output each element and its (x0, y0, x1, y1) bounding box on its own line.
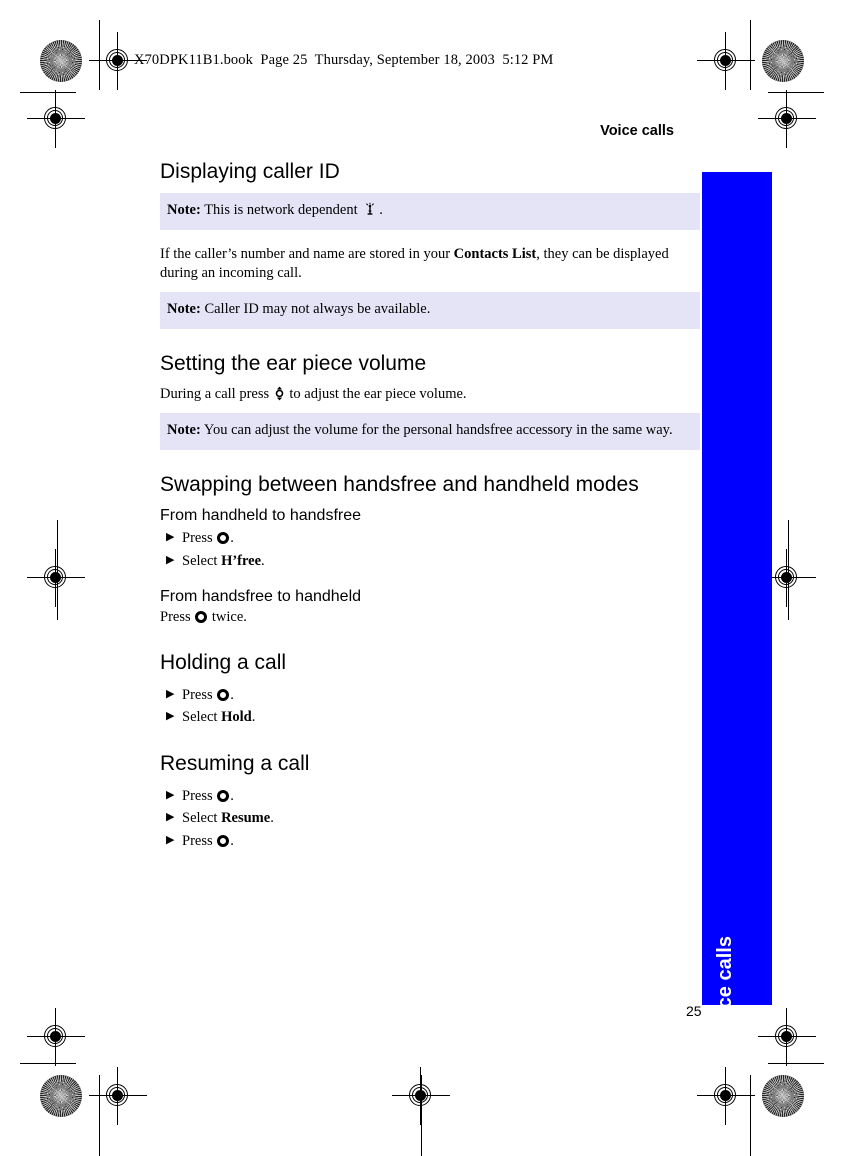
network-signal-icon (363, 202, 377, 216)
section-heading-resuming-a-call: Resuming a call (160, 751, 310, 775)
steps-handheld-to-handsfree: ▶ Press . ▶ Select H’free. (160, 527, 700, 572)
select-key-icon (217, 532, 230, 545)
bullet-arrow-icon: ▶ (166, 687, 175, 700)
running-head: Voice calls (600, 123, 674, 139)
paragraph-contacts-list: If the caller’s number and name are stor… (160, 245, 700, 284)
manual-page: Voice calls Voice calls 25 Displaying ca… (0, 0, 843, 1156)
list-item: ▶ Press . (160, 527, 700, 549)
bullet-arrow-icon: ▶ (166, 833, 175, 846)
step-text-post: . (230, 686, 234, 703)
step-text-pre: Press (182, 530, 217, 547)
list-item: ▶ Press . (160, 785, 700, 807)
list-item: ▶ Press . (160, 830, 700, 852)
paragraph-text-post: to adjust the ear piece volume. (285, 385, 467, 402)
step-text-post: . (251, 709, 256, 726)
page-number: 25 (686, 1003, 702, 1019)
note-text: Caller ID may not always be available. (204, 301, 431, 318)
note-caller-id-availability: Note: Caller ID may not always be availa… (160, 292, 700, 329)
bullet-arrow-icon: ▶ (166, 811, 175, 824)
list-item: ▶ Select Hold. (160, 706, 700, 728)
paragraph-text-bold: Contacts List (453, 245, 537, 262)
select-key-icon (195, 611, 208, 624)
note-label: Note: (167, 422, 201, 439)
step-text-pre: Press (182, 787, 217, 804)
step-text-post: . (230, 832, 234, 849)
note-text: You can adjust the volume for the person… (203, 422, 673, 439)
bullet-arrow-icon: ▶ (166, 788, 175, 801)
step-text-post: . (230, 530, 234, 547)
bullet-arrow-icon: ▶ (166, 710, 175, 723)
paragraph-text-pre: If the caller’s number and name are stor… (160, 245, 454, 262)
step-text-pre: Select (182, 810, 222, 827)
note-tail: . (379, 202, 383, 219)
paragraph-ear-piece-volume: During a call press to adjust the ear pi… (160, 385, 700, 404)
section-heading-holding-a-call: Holding a call (160, 650, 287, 674)
note-network-dependent: Note: This is network dependent . (160, 193, 700, 230)
list-item: ▶ Select Resume. (160, 807, 700, 829)
subheading-from-handsfree-to-handheld: From handsfree to handheld (160, 588, 362, 606)
steps-holding-a-call: ▶ Press . ▶ Select Hold. (160, 684, 700, 729)
bullet-arrow-icon: ▶ (166, 553, 175, 566)
section-heading-setting-ear-piece-volume: Setting the ear piece volume (160, 351, 427, 375)
paragraph-text-post: twice. (208, 609, 247, 626)
steps-resuming-a-call: ▶ Press . ▶ Select Resume. ▶ Press . (160, 785, 700, 852)
step-text-bold: H’free (221, 552, 262, 569)
paragraph-text-pre: During a call press (160, 385, 273, 402)
list-item: ▶ Press . (160, 684, 700, 706)
select-key-icon (217, 834, 230, 847)
thumb-tab-voice-calls: Voice calls (702, 172, 772, 1038)
note-text: This is network dependent (204, 202, 358, 219)
bullet-arrow-icon: ▶ (166, 531, 175, 544)
step-text-post: . (230, 787, 234, 804)
step-text-post: . (270, 810, 274, 827)
up-down-key-icon (274, 386, 285, 401)
note-label: Note: (167, 202, 201, 219)
select-key-icon (217, 688, 230, 701)
step-text-pre: Press (182, 832, 217, 849)
section-heading-displaying-caller-id: Displaying caller ID (160, 160, 340, 183)
note-handsfree-volume: Note: You can adjust the volume for the … (160, 413, 700, 450)
thumb-tab-label: Voice calls (714, 936, 736, 1038)
paragraph-text-pre: Press (160, 609, 195, 626)
list-item: ▶ Select H’free. (160, 550, 700, 572)
paragraph-press-twice: Press twice. (160, 608, 700, 627)
step-text-pre: Select (182, 709, 222, 726)
select-key-icon (217, 789, 230, 802)
step-text-bold: Resume (221, 810, 271, 827)
step-text-pre: Select (182, 552, 222, 569)
page-content: Displaying caller ID Note: This is netwo… (160, 160, 700, 852)
step-text-pre: Press (182, 686, 217, 703)
step-text-bold: Hold (221, 709, 252, 726)
note-label: Note: (167, 301, 201, 318)
step-text-post: . (261, 552, 265, 569)
section-heading-swapping-modes: Swapping between handsfree and handheld … (160, 472, 639, 496)
subheading-from-handheld-to-handsfree: From handheld to handsfree (160, 506, 362, 524)
